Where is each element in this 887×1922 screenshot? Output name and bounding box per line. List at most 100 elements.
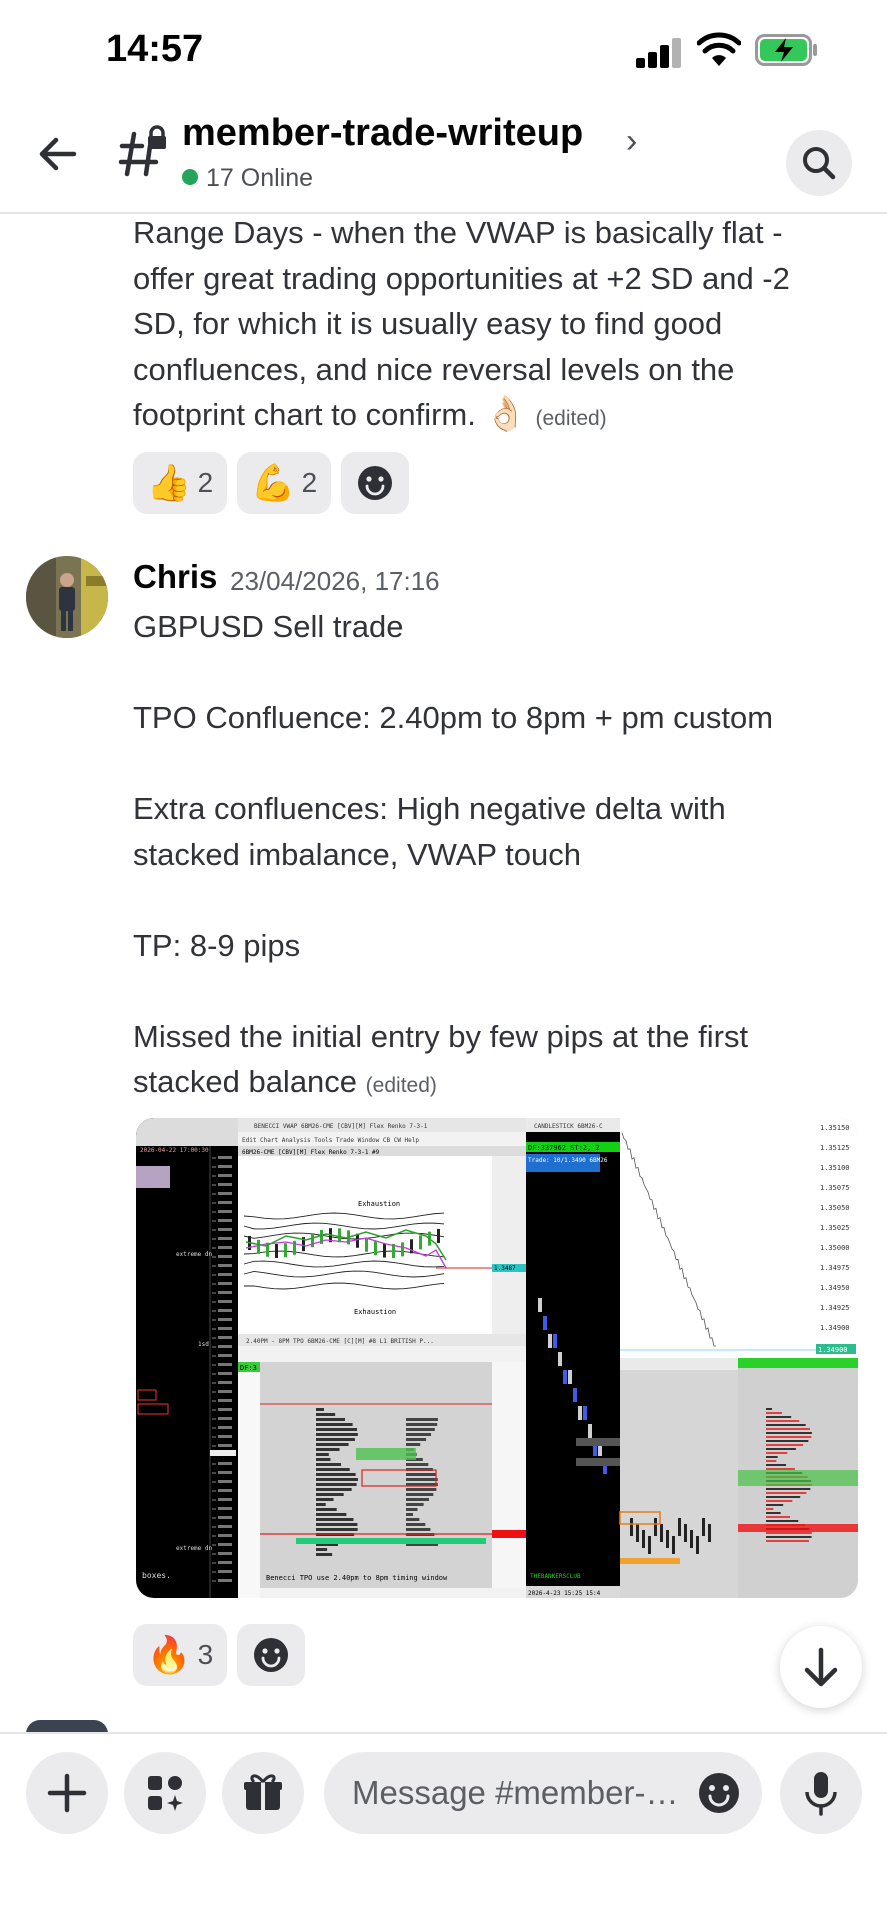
- fire-emoji: 🔥: [146, 1634, 192, 1675]
- channel-header: member-trade-writeup › 17 Online: [0, 100, 887, 214]
- locked-channel-hash-icon: [118, 125, 166, 177]
- chevron-right-icon[interactable]: ›: [626, 122, 637, 161]
- svg-text:1.35050: 1.35050: [820, 1204, 850, 1212]
- panel5-last-price: 1.34900: [818, 1346, 848, 1354]
- smiley-add-reaction-icon: [358, 466, 392, 500]
- emoji-picker-icon[interactable]: [698, 1772, 740, 1814]
- gift-button[interactable]: [222, 1752, 304, 1834]
- panel3-caption: Benecci TPO use 2.40pm to 8pm timing win…: [266, 1574, 448, 1582]
- panel4-title: CANDLESTICK 6BM26-C: [534, 1123, 603, 1130]
- text-line: TPO Confluence: 2.40pm to 8pm + pm custo…: [133, 700, 774, 735]
- previous-reactions: 👍 2 💪 2: [133, 452, 409, 514]
- wifi-icon: [697, 32, 741, 66]
- text-line: Extra confluences: High negative delta w…: [133, 791, 726, 826]
- microphone-icon: [805, 1772, 837, 1816]
- reaction-count: 2: [301, 467, 318, 498]
- text-line: TP: 8-9 pips: [133, 927, 301, 963]
- text-line: GBPUSD Sell trade: [133, 609, 404, 644]
- text-line: SD, for which it is usually easy to find…: [133, 306, 723, 341]
- reaction-count: 2: [197, 467, 214, 498]
- panel3-title: 2.40PM - 8PM TPO 6BM26-CME [C][M] #8 L1 …: [246, 1338, 434, 1345]
- channel-title[interactable]: member-trade-writeup: [182, 112, 583, 155]
- flexed-biceps-emoji: 💪: [250, 462, 296, 503]
- message-author[interactable]: Chris: [133, 558, 217, 596]
- panel4-df: DF:337962 ST:2, 2: [528, 1144, 600, 1152]
- message-input-placeholder: Message #member-trade-writeup: [352, 1774, 682, 1811]
- add-attachment-button[interactable]: [26, 1752, 108, 1834]
- online-dot-icon: [182, 169, 198, 185]
- reaction-thumbs-up[interactable]: 👍 2: [133, 452, 227, 514]
- edited-label: (edited): [365, 1074, 437, 1097]
- text-line-content: footprint chart to confirm.: [133, 397, 476, 432]
- text-line: offer great trading opportunities at +2 …: [133, 260, 790, 296]
- trading-charts-image: 2026-04-22 17:00:30 extreme dn 1sd extre…: [136, 1118, 858, 1598]
- smiley-add-reaction-icon: [254, 1638, 288, 1672]
- text-line: [133, 877, 873, 923]
- cellular-signal-icon: [636, 38, 682, 68]
- message-text: GBPUSD Sell trade TPO Confluence: 2.40pm…: [133, 604, 873, 1109]
- back-arrow-icon[interactable]: [34, 130, 82, 178]
- svg-text:1.34975: 1.34975: [820, 1264, 850, 1272]
- panel2-instrument: 6BM26-CME [CBV][M] Flex Renko 7-3-1 #9: [242, 1149, 380, 1156]
- svg-text:1.35150: 1.35150: [820, 1124, 850, 1132]
- text-line: Range Days - when the VWAP is basically …: [133, 215, 783, 250]
- svg-text:1.35125: 1.35125: [820, 1144, 850, 1152]
- panel2-title: BENECCI VWAP 6BM26-CME [CBV][M] Flex Ren…: [254, 1123, 428, 1130]
- svg-text:1.35100: 1.35100: [820, 1164, 850, 1172]
- panel2-last-price: 1.3487: [494, 1265, 516, 1272]
- avatar[interactable]: [26, 556, 108, 638]
- ok-hand-emoji: 👌🏻: [484, 395, 527, 433]
- trade-screenshot-attachment[interactable]: 2026-04-22 17:00:30 extreme dn 1sd extre…: [136, 1118, 858, 1598]
- online-count: 17 Online: [182, 164, 313, 193]
- search-icon: [803, 147, 836, 180]
- text-line: stacked balance (edited): [133, 1059, 873, 1109]
- thumbs-up-emoji: 👍: [146, 462, 192, 503]
- reaction-count: 3: [197, 1639, 214, 1670]
- previous-message-text: Range Days - when the VWAP is basically …: [133, 210, 873, 442]
- svg-text:1.34925: 1.34925: [820, 1304, 850, 1312]
- svg-text:1.34950: 1.34950: [820, 1284, 850, 1292]
- message-timestamp: 23/04/2026, 17:16: [230, 566, 440, 596]
- panel4-trade: Trade: 10/1.3490 6BM26: [528, 1157, 608, 1164]
- gift-icon: [244, 1774, 282, 1810]
- battery-charging-icon: [755, 34, 817, 66]
- text-line: Missed the initial entry by few pips at …: [133, 1018, 749, 1054]
- panel1-label: extreme dn: [176, 1251, 213, 1258]
- edited-label: (edited): [535, 407, 607, 430]
- text-line: footprint chart to confirm. 👌🏻 (edited): [133, 392, 873, 442]
- status-time: 14:57: [106, 28, 204, 70]
- svg-text:1.35025: 1.35025: [820, 1224, 850, 1232]
- message-composer: Message #member-trade-writeup: [0, 1732, 887, 1922]
- search-button[interactable]: [786, 130, 852, 196]
- svg-text:1.35075: 1.35075: [820, 1184, 850, 1192]
- text-line: [133, 650, 873, 696]
- apps-button[interactable]: [124, 1752, 206, 1834]
- panel4-footer: THEBANKERSCLUB: [530, 1573, 581, 1580]
- text-line: [133, 968, 873, 1014]
- reaction-fire[interactable]: 🔥 3: [133, 1624, 227, 1686]
- message-reactions: 🔥 3: [133, 1624, 305, 1686]
- plus-icon: [47, 1773, 87, 1813]
- panel3-df: DF:3: [240, 1364, 257, 1372]
- add-reaction-button[interactable]: [237, 1624, 305, 1686]
- text-line: stacked imbalance, VWAP touch: [133, 836, 582, 872]
- svg-text:1.35000: 1.35000: [820, 1244, 850, 1252]
- avatar-photo: [26, 556, 108, 638]
- add-reaction-button[interactable]: [341, 452, 409, 514]
- panel4-date: 2026-4-23 15:25 15:4: [528, 1590, 601, 1597]
- voice-message-button[interactable]: [780, 1752, 862, 1834]
- text-line: confluences, and nice reversal levels on…: [133, 351, 735, 387]
- online-text: 17 Online: [206, 164, 314, 192]
- reaction-flexed-biceps[interactable]: 💪 2: [237, 452, 331, 514]
- panel1-label: extreme dn: [176, 1545, 213, 1552]
- text-line: [133, 741, 873, 787]
- panel2-menu: Edit Chart Analysis Tools Trade Window C…: [242, 1137, 419, 1144]
- jump-to-present-button[interactable]: [780, 1626, 862, 1708]
- panel1-label: boxes.: [142, 1571, 171, 1580]
- svg-text:1.34900: 1.34900: [820, 1324, 850, 1332]
- text-line-content: stacked balance: [133, 1064, 358, 1099]
- message-input[interactable]: Message #member-trade-writeup: [324, 1752, 762, 1834]
- panel1-label: 1sd: [198, 1341, 209, 1348]
- panel2-exhaustion-top: Exhaustion: [358, 1200, 400, 1208]
- apps-icon: [148, 1776, 183, 1811]
